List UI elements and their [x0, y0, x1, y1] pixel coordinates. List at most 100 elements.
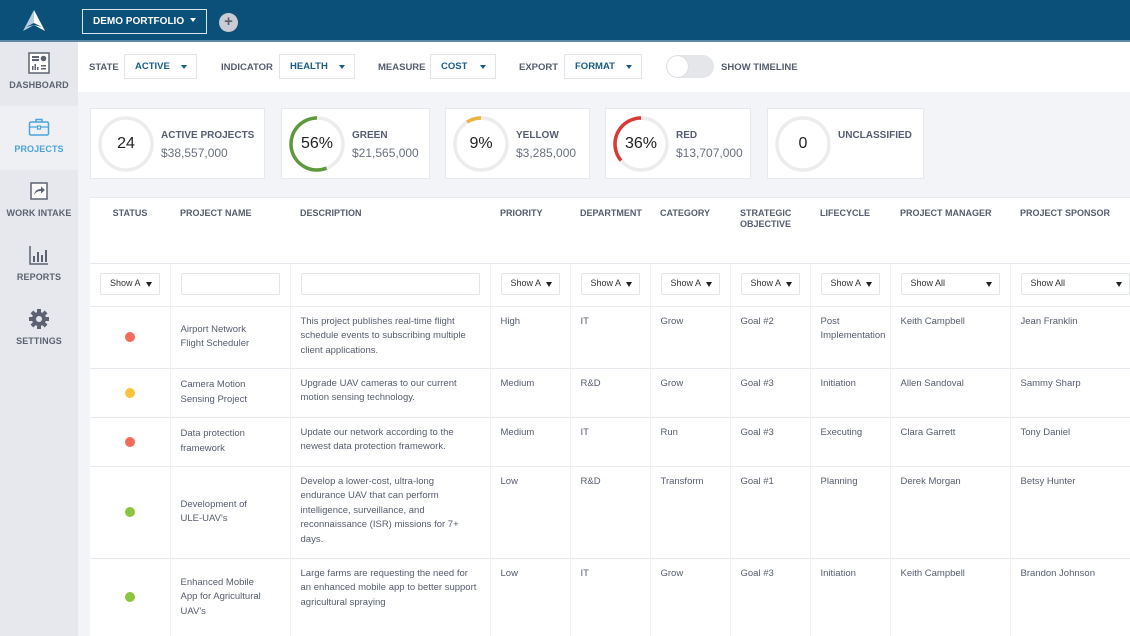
project-name-cell: Enhanced Mobile App for Agricultural UAV… — [169, 557, 290, 636]
status-indicator-red — [124, 332, 135, 342]
chevron-down-icon — [785, 281, 792, 287]
export-dropdown[interactable]: FORMAT — [564, 54, 642, 79]
gear-icon — [29, 309, 49, 329]
strategic-objective-filter[interactable]: Show A — [740, 272, 800, 295]
project-name-cell: Airport Network Flight Scheduler — [169, 305, 290, 368]
description-filter-input[interactable] — [300, 272, 480, 295]
status-filter[interactable]: Show A — [100, 272, 160, 295]
sidebar-item-dashboard[interactable]: DASHBOARD — [0, 42, 78, 106]
chevron-down-icon — [985, 281, 992, 287]
active-projects-card[interactable]: 24 ACTIVE PROJECTS $38,557,000 — [90, 108, 265, 179]
column-header-project-sponsor[interactable]: PROJECT SPONSOR — [1010, 198, 1130, 263]
state-dropdown[interactable]: ACTIVE — [124, 54, 197, 79]
show-timeline-label: SHOW TIMELINE — [721, 62, 798, 73]
sidebar-item-projects[interactable]: PROJECTS — [0, 106, 78, 170]
yellow-card[interactable]: 9% YELLOW $3,285,000 — [445, 108, 590, 179]
sidebar-item-label: REPORTS — [16, 272, 62, 282]
column-header-category[interactable]: CATEGORY — [650, 198, 730, 263]
table-row[interactable]: Enhanced Mobile App for Agricultural UAV… — [90, 557, 1130, 636]
sidebar-item-label: DASHBOARD — [9, 80, 69, 90]
table-row[interactable]: Camera Motion Sensing Project Upgrade UAV… — [90, 367, 1130, 417]
status-indicator-yellow — [124, 387, 135, 398]
lifecycle-cell: Initiation — [809, 367, 890, 417]
briefcase-icon — [28, 118, 50, 136]
description-cell: This project publishes real-time flight … — [289, 305, 490, 368]
app-logo-icon[interactable] — [22, 9, 46, 33]
sidebar-item-work-intake[interactable]: WORK INTAKE — [0, 170, 78, 234]
sidebar-item-label: SETTINGS — [16, 336, 62, 346]
project-sponsor-cell: Betsy Hunter — [1009, 465, 1130, 558]
chevron-down-icon — [625, 281, 632, 287]
chevron-down-icon — [865, 281, 872, 287]
project-manager-cell: Derek Morgan — [889, 465, 1010, 558]
column-header-status[interactable]: STATUS — [90, 198, 170, 263]
green-title: GREEN — [352, 130, 388, 141]
table-row[interactable]: Development of ULE-UAV's Develop a lower-… — [90, 465, 1130, 558]
project-sponsor-filter[interactable]: Show All — [1020, 272, 1130, 295]
chevron-down-icon — [1116, 281, 1122, 287]
chevron-down-icon — [545, 281, 552, 287]
indicator-dropdown[interactable]: HEALTH — [279, 54, 355, 79]
add-portfolio-button[interactable]: + — [219, 13, 238, 32]
unclassified-card[interactable]: 0 UNCLASSIFIED — [767, 108, 924, 179]
column-header-description[interactable]: DESCRIPTION — [290, 198, 490, 263]
dashboard-icon — [28, 52, 50, 74]
department-cell: R&D — [569, 367, 650, 417]
portfolio-dropdown[interactable]: DEMO PORTFOLIO — [82, 9, 207, 34]
priority-filter[interactable]: Show A — [500, 272, 560, 295]
sidebar-item-reports[interactable]: REPORTS — [0, 234, 78, 298]
lifecycle-cell: Post Implementation — [809, 305, 890, 368]
top-bar: DEMO PORTFOLIO + — [0, 0, 1130, 42]
priority-cell: Medium — [489, 367, 570, 417]
strategic-objective-cell: Goal #1 — [729, 465, 810, 558]
lifecycle-cell: Planning — [809, 465, 890, 558]
priority-cell: Medium — [489, 416, 570, 466]
table-row[interactable]: Data protection framework Update our netw… — [90, 416, 1130, 466]
column-header-lifecycle[interactable]: LIFECYCLE — [810, 198, 890, 263]
priority-cell: Low — [489, 557, 570, 636]
red-percent: 36% — [624, 135, 658, 152]
column-header-strategic-objective[interactable]: STRATEGIC OBJECTIVE — [730, 198, 810, 263]
red-card[interactable]: 36% RED $13,707,000 — [605, 108, 751, 179]
measure-dropdown[interactable]: COST — [430, 54, 496, 79]
category-filter[interactable]: Show A — [660, 272, 720, 295]
active-count: 24 — [117, 135, 135, 152]
project-manager-cell: Keith Campbell — [889, 557, 1010, 636]
status-indicator-green — [124, 592, 135, 603]
lifecycle-cell: Executing — [809, 416, 890, 466]
strategic-objective-cell: Goal #2 — [729, 305, 810, 368]
share-icon — [30, 182, 48, 200]
column-header-project-name[interactable]: PROJECT NAME — [170, 198, 290, 263]
table-row[interactable]: Airport Network Flight Scheduler This pro… — [90, 305, 1130, 368]
project-name-filter-input[interactable] — [180, 272, 280, 295]
project-manager-cell: Clara Garrett — [889, 416, 1010, 466]
project-sponsor-cell: Tony Daniel — [1009, 416, 1130, 466]
chevron-down-icon — [480, 65, 486, 69]
strategic-objective-cell: Goal #3 — [729, 416, 810, 466]
project-name-cell: Camera Motion Sensing Project — [169, 367, 290, 417]
measure-value: COST — [441, 61, 468, 72]
green-card[interactable]: 56% GREEN $21,565,000 — [281, 108, 430, 179]
state-value: ACTIVE — [135, 61, 170, 72]
chevron-down-icon — [626, 65, 632, 69]
export-value: FORMAT — [575, 61, 615, 72]
show-timeline-toggle[interactable] — [666, 55, 714, 78]
project-manager-filter[interactable]: Show All — [900, 272, 1000, 295]
header-row: STATUS PROJECT NAME DESCRIPTION PRIORITY… — [90, 198, 1130, 263]
lifecycle-filter[interactable]: Show A — [820, 272, 880, 295]
department-filter[interactable]: Show A — [580, 272, 640, 295]
column-header-project-manager[interactable]: PROJECT MANAGER — [890, 198, 1010, 263]
toggle-knob — [667, 56, 688, 77]
category-cell: Grow — [649, 557, 730, 636]
description-cell: Upgrade UAV cameras to our current motio… — [289, 367, 490, 417]
sidebar-item-settings[interactable]: SETTINGS — [0, 298, 78, 362]
column-header-department[interactable]: DEPARTMENT — [570, 198, 650, 263]
sidebar-item-label: PROJECTS — [14, 144, 64, 154]
column-header-priority[interactable]: PRIORITY — [490, 198, 570, 263]
project-name-cell: Development of ULE-UAV's — [169, 465, 290, 558]
measure-label: MEASURE — [378, 62, 426, 73]
priority-cell: High — [489, 305, 570, 368]
status-cell — [90, 465, 170, 558]
strategic-objective-cell: Goal #3 — [729, 367, 810, 417]
bar-chart-icon — [29, 246, 48, 265]
